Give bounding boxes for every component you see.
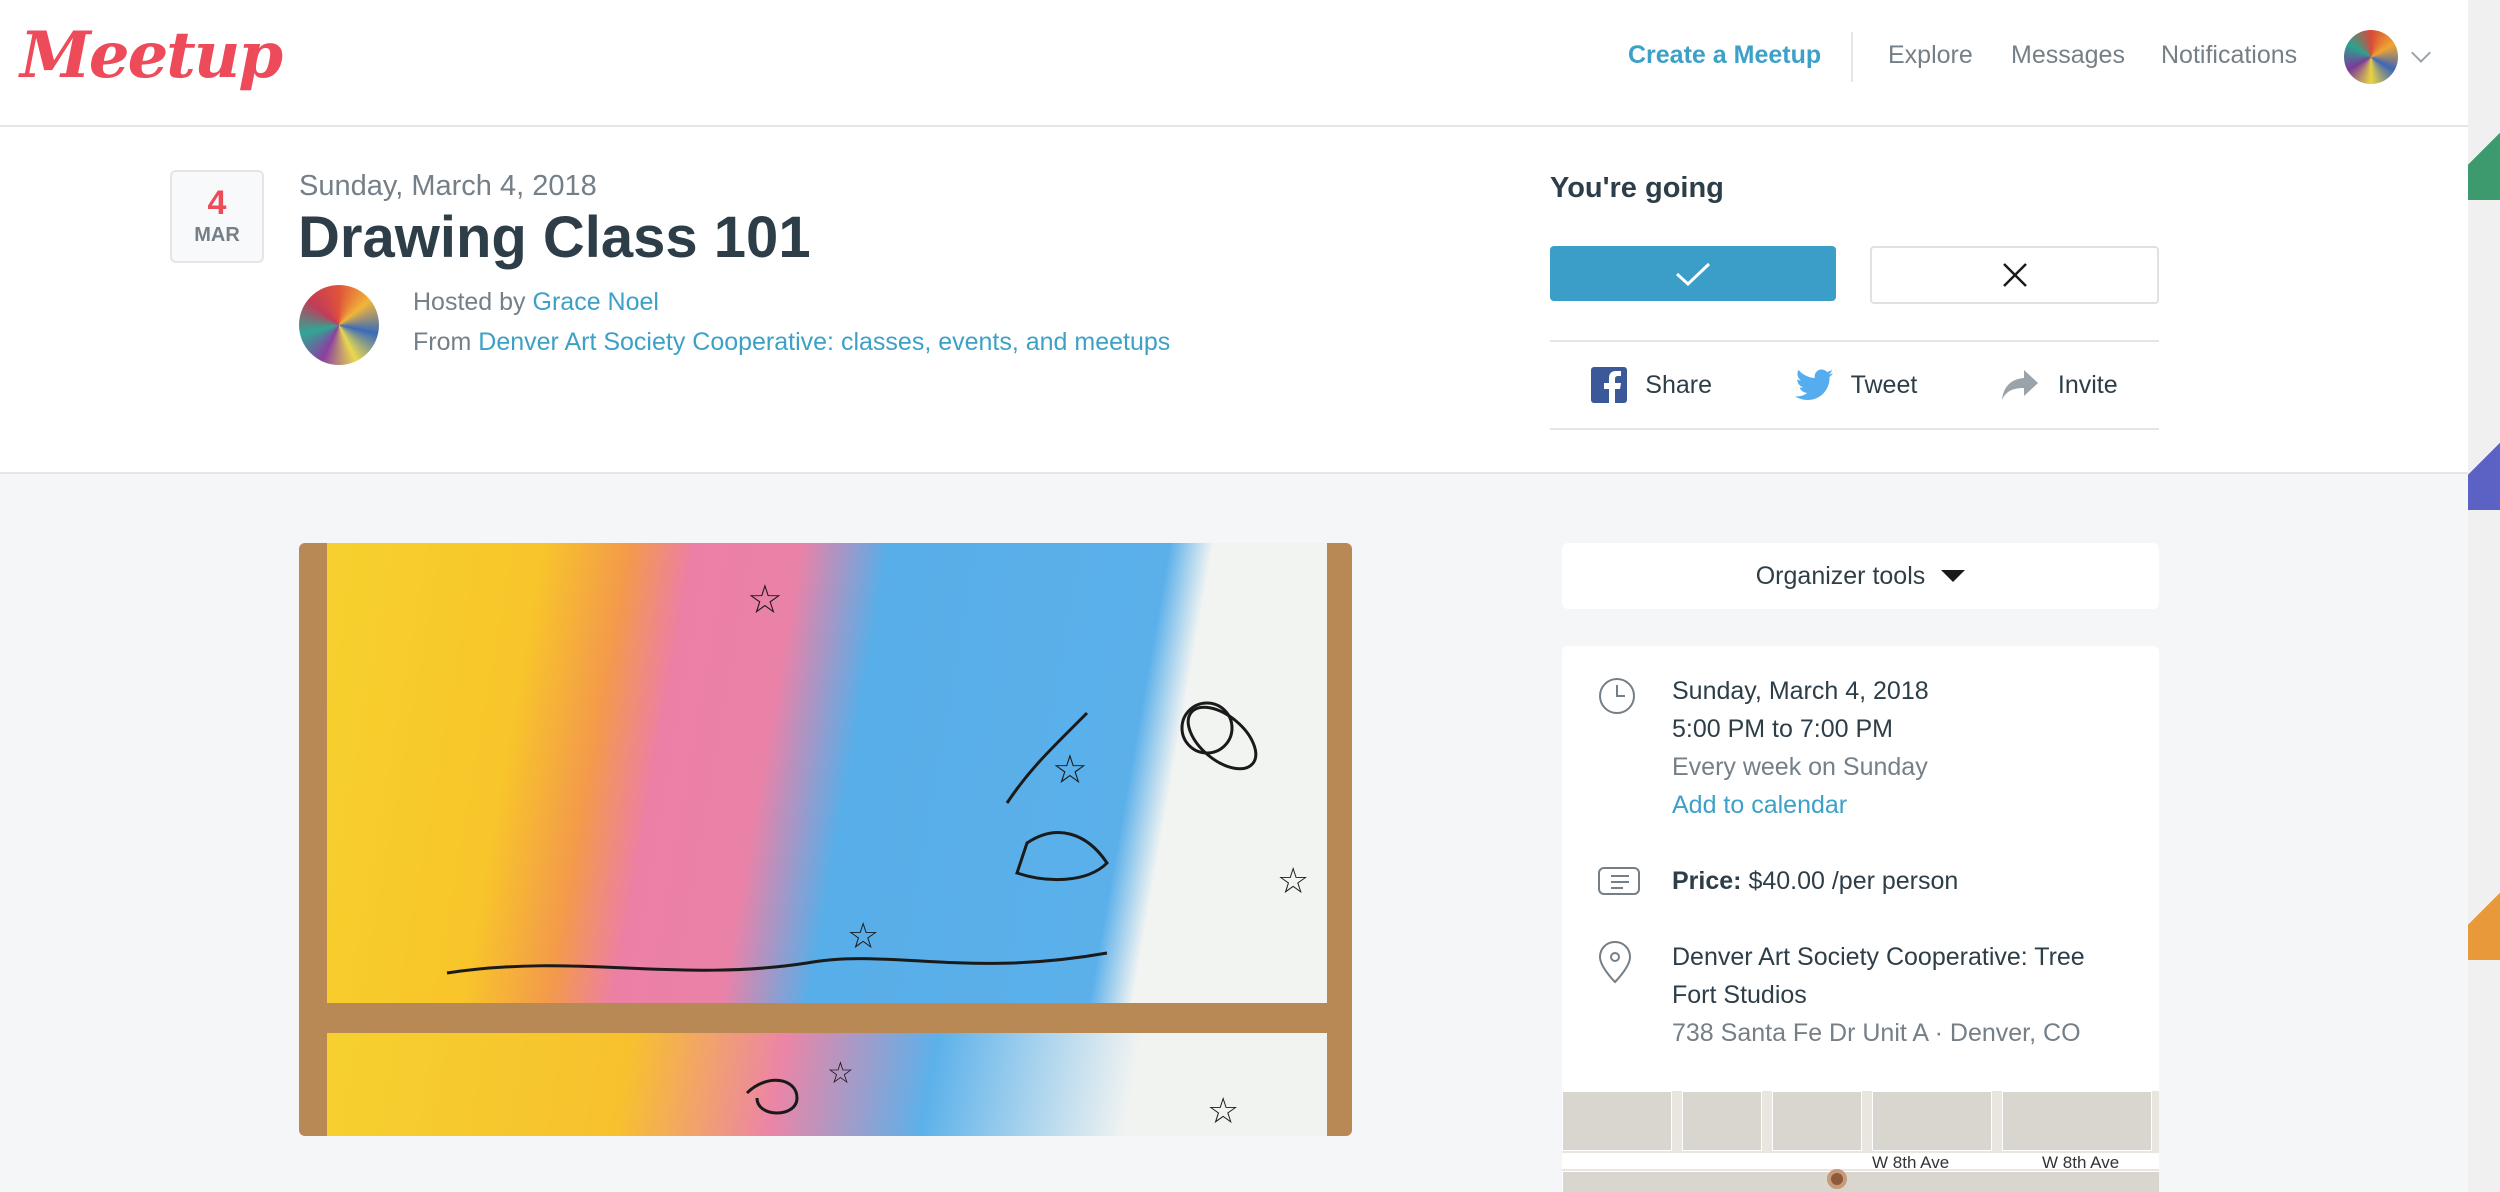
venue-name-line-1: Denver Art Society Cooperative: Tree — [1672, 943, 2085, 971]
messages-link[interactable]: Messages — [2011, 0, 2125, 110]
painting-bottom-panel: ☆ ☆ — [327, 1033, 1327, 1136]
meetup-logo[interactable]: Meetup — [20, 18, 283, 93]
decorative-shape — [2468, 120, 2500, 200]
svg-text:☆: ☆ — [827, 1057, 854, 1090]
price-block: Price: $40.00 /per person — [1672, 862, 1958, 900]
decorative-shape — [2468, 430, 2500, 510]
map-road-label: W 8th Ave — [2042, 1153, 2120, 1172]
host-avatar[interactable] — [299, 285, 379, 365]
event-hero-image: ☆ ☆ ☆ ☆ ☆ ☆ — [299, 543, 1352, 1136]
group-name-link[interactable]: Denver Art Society Cooperative: classes,… — [478, 328, 1170, 356]
event-title: Drawing Class 101 — [298, 205, 811, 270]
top-nav-bar: Meetup Create a Meetup Explore Messages … — [0, 0, 2468, 127]
notifications-link[interactable]: Notifications — [2161, 0, 2297, 110]
painting-top-panel: ☆ ☆ ☆ ☆ — [327, 543, 1327, 1003]
rsvp-status: You're going — [1550, 172, 1724, 204]
venue-map[interactable]: W 8th Ave W 8th Ave — [1562, 1091, 2159, 1192]
create-meetup-link[interactable]: Create a Meetup — [1628, 0, 1821, 110]
share-label: Share — [1645, 370, 1713, 399]
svg-text:☆: ☆ — [1052, 748, 1088, 792]
hosted-by-line: Hosted by Grace Noel — [413, 288, 659, 317]
detail-recurrence: Every week on Sunday — [1672, 753, 1928, 781]
checkmark-icon — [1675, 262, 1711, 286]
tweet-label: Tweet — [1850, 370, 1918, 399]
host-name-link[interactable]: Grace Noel — [533, 288, 659, 316]
svg-text:☆: ☆ — [847, 915, 879, 956]
close-icon — [2002, 263, 2027, 287]
svg-text:☆: ☆ — [1277, 860, 1309, 901]
rsvp-no-button[interactable] — [1870, 246, 2159, 304]
chevron-down-icon[interactable] — [2411, 43, 2431, 63]
organizer-tools-label: Organizer tools — [1755, 561, 1926, 590]
invite-button[interactable]: Invite — [2000, 368, 2118, 402]
venue-address: 738 Santa Fe Dr Unit A · Denver, CO — [1672, 1019, 2081, 1047]
profile-menu[interactable] — [2344, 30, 2444, 84]
doodle-drawing: ☆ ☆ ☆ ☆ — [446, 578, 1309, 975]
share-row: Share Tweet Invite — [1550, 340, 2159, 430]
add-to-calendar-link[interactable]: Add to calendar — [1672, 786, 1929, 824]
date-badge: 4 MAR — [170, 170, 264, 263]
price-label: Price: — [1672, 867, 1742, 895]
rsvp-yes-button[interactable] — [1550, 246, 1836, 301]
svg-text:☆: ☆ — [747, 578, 783, 622]
venue-block: Denver Art Society Cooperative: Tree For… — [1672, 938, 2085, 1052]
tweet-button[interactable]: Tweet — [1794, 369, 1918, 401]
clock-icon — [1599, 678, 1635, 714]
svg-text:☆: ☆ — [1207, 1090, 1239, 1131]
date-badge-month: MAR — [194, 224, 240, 246]
share-facebook-button[interactable]: Share — [1591, 367, 1712, 403]
nav-divider — [1851, 32, 1853, 82]
detail-date: Sunday, March 4, 2018 — [1672, 677, 1929, 705]
organizer-tools-dropdown[interactable]: Organizer tools — [1562, 543, 2159, 609]
price-value: $40.00 /per person — [1748, 867, 1959, 895]
twitter-icon — [1794, 369, 1833, 400]
from-group-line: From Denver Art Society Cooperative: cla… — [413, 328, 1170, 357]
datetime-block: Sunday, March 4, 2018 5:00 PM to 7:00 PM… — [1672, 672, 1929, 824]
facebook-icon — [1591, 367, 1628, 403]
from-label: From — [413, 328, 472, 356]
ticket-icon — [1598, 867, 1640, 895]
detail-time: 5:00 PM to 7:00 PM — [1672, 715, 1893, 743]
location-pin-icon — [1598, 940, 1632, 984]
explore-link[interactable]: Explore — [1888, 0, 1973, 110]
doodle-drawing-bottom: ☆ ☆ — [745, 1057, 1239, 1131]
caret-down-icon — [1941, 570, 1966, 582]
date-badge-day: 4 — [207, 184, 227, 222]
decorative-shape — [2468, 880, 2500, 960]
event-details-card: Sunday, March 4, 2018 5:00 PM to 7:00 PM… — [1562, 646, 2159, 1192]
venue-name-line-2: Fort Studios — [1672, 981, 1807, 1009]
invite-label: Invite — [2057, 370, 2118, 399]
user-avatar[interactable] — [2344, 30, 2398, 84]
hosted-by-label: Hosted by — [413, 288, 526, 316]
map-road-label: W 8th Ave — [1872, 1153, 1950, 1172]
event-date: Sunday, March 4, 2018 — [299, 170, 597, 202]
share-arrow-icon — [2001, 370, 2038, 400]
